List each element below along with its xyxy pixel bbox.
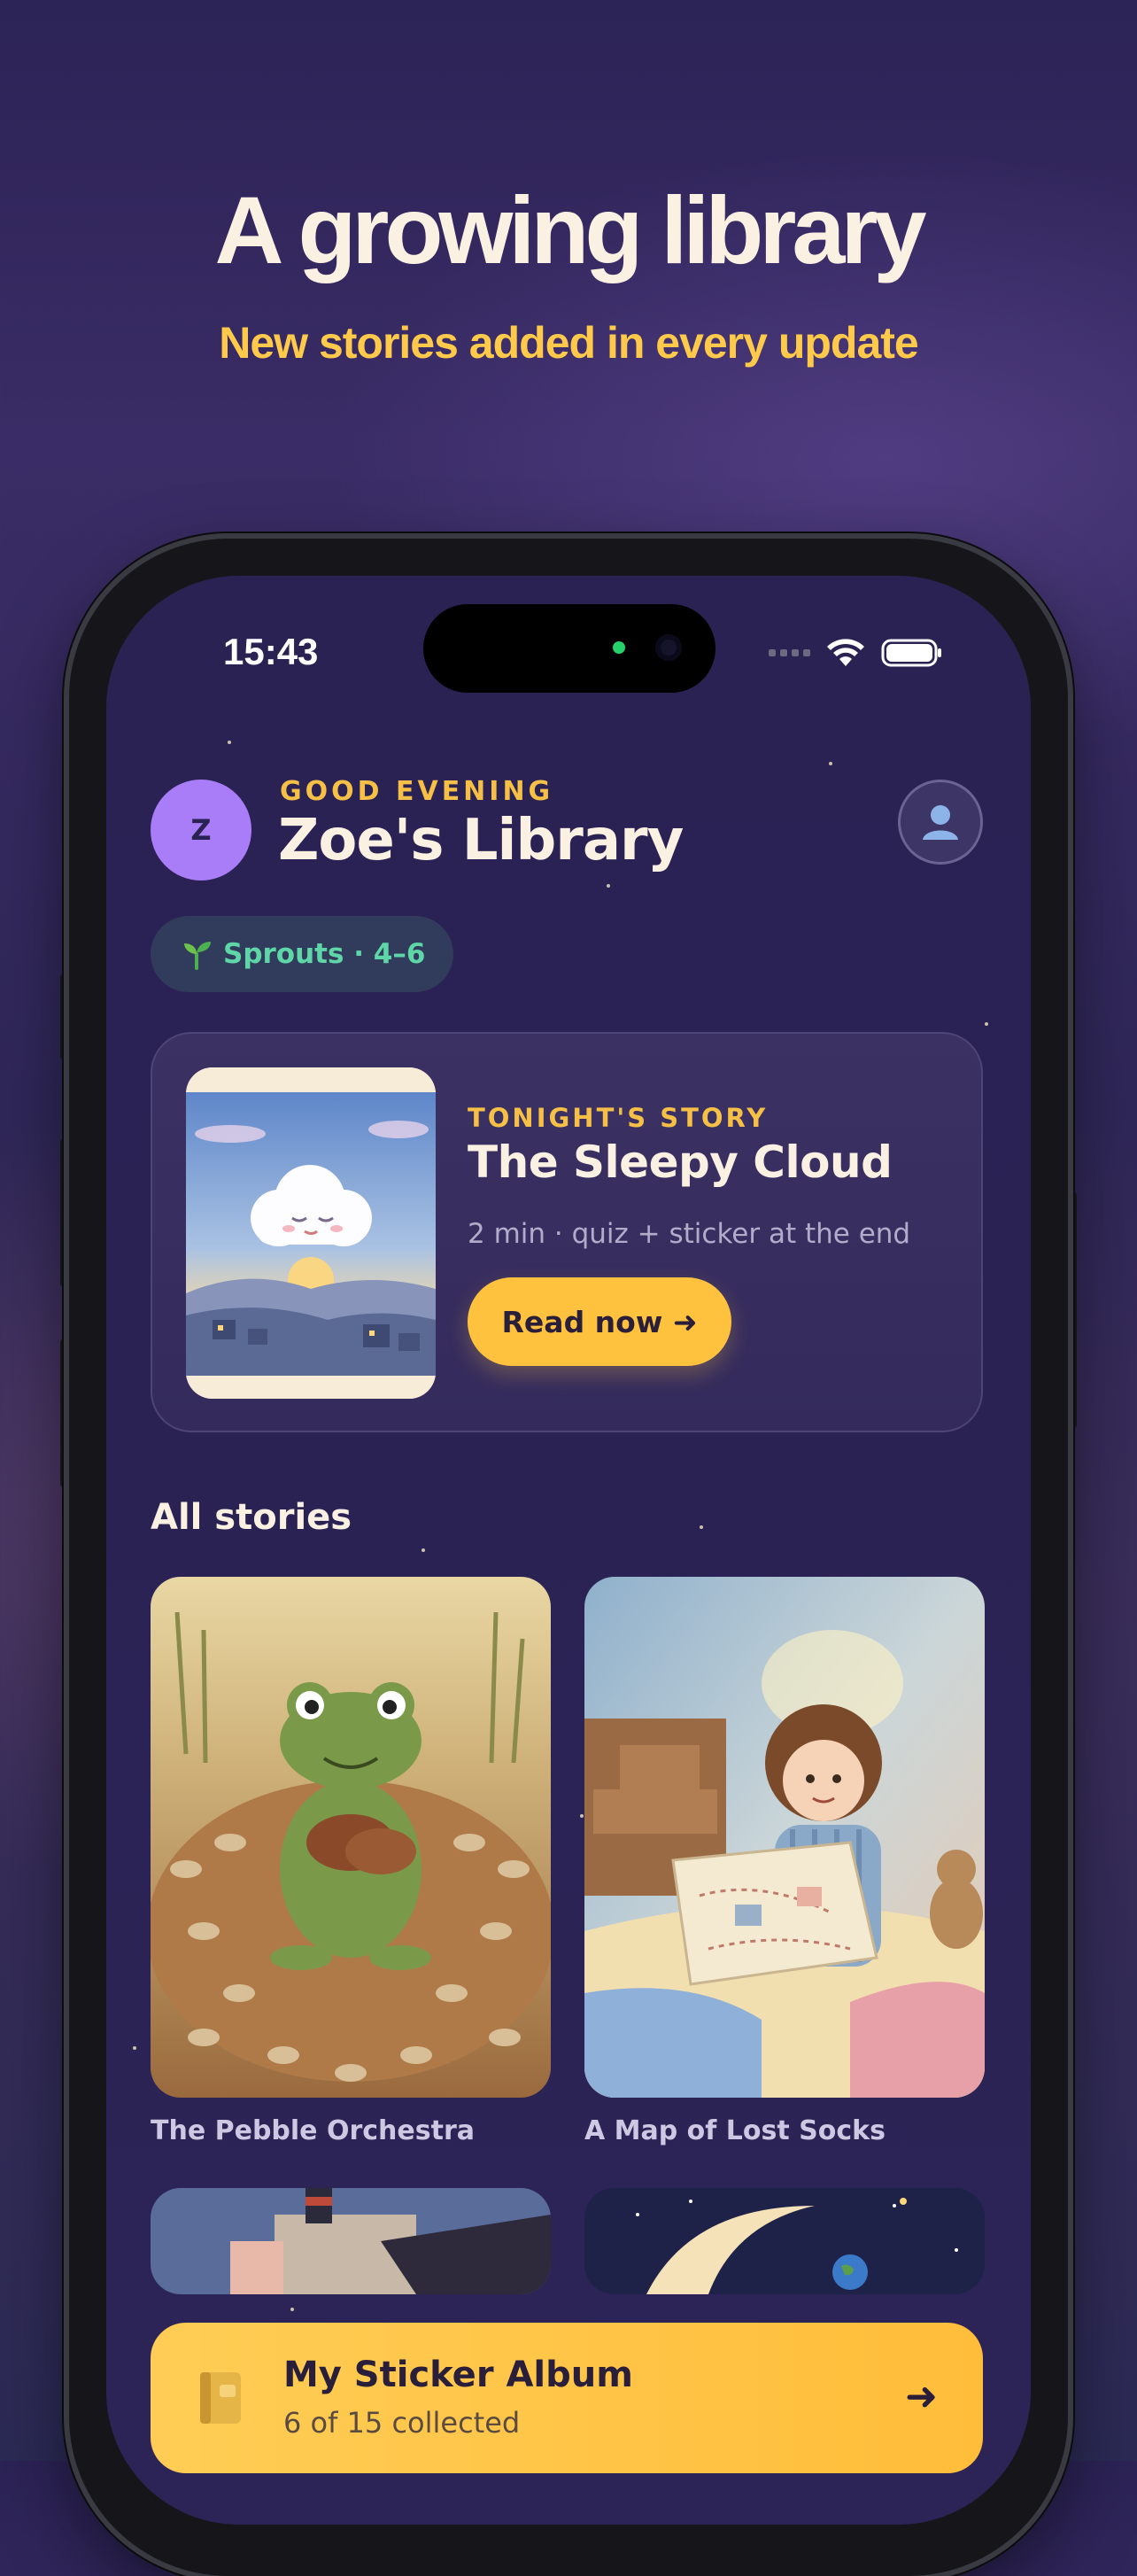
frog-illustration [151,1577,551,2098]
featured-eyebrow: TONIGHT'S STORY [468,1103,769,1133]
battery-icon [881,639,941,667]
sticker-album-title: My Sticker Album [283,2355,633,2395]
sleepy-cloud-illustration [186,1067,436,1399]
phone-screen: 15:43 Z GOOD EVENING Zoe's Library Sprou… [106,576,1031,2525]
featured-title: The Sleepy Cloud [468,1137,893,1188]
girl-with-map-illustration [584,1577,985,2098]
star [422,1548,425,1552]
moon-illustration [584,2188,985,2294]
section-title-all-stories: All stories [151,1497,352,1538]
featured-story-cover[interactable] [186,1067,436,1399]
star [580,1814,584,1818]
age-group-label: Sprouts · 4–6 [223,938,426,970]
star [607,884,610,888]
marketing-subheadline: New stories added in every update [219,318,919,368]
featured-story-card[interactable]: TONIGHT'S STORY The Sleepy Cloud 2 min ·… [151,1032,983,1432]
dynamic-island [423,604,715,693]
story-title: The Pebble Orchestra [151,2115,475,2146]
story-card-map-of-lost-socks[interactable] [584,1577,985,2098]
story-title: A Map of Lost Socks [584,2115,886,2146]
ship-illustration [151,2188,551,2294]
status-indicators [769,631,943,675]
sprout-icon [184,942,211,970]
featured-meta: 2 min · quiz + sticker at the end [468,1218,911,1250]
arrow-right-icon: ➜ [905,2374,938,2419]
sticker-album-button[interactable]: My Sticker Album 6 of 15 collected ➜ [151,2323,983,2473]
greeting-label: GOOD EVENING [280,776,554,807]
story-card-ship[interactable] [151,2188,551,2294]
front-camera-icon [655,634,682,661]
star [290,2308,294,2311]
page-title: Zoe's Library [278,808,684,873]
profile-button[interactable] [898,780,983,865]
wifi-icon [827,639,864,666]
person-icon [923,805,958,840]
star [829,762,832,765]
star [133,2046,136,2050]
book-icon [200,2372,241,2424]
camera-indicator-icon [613,641,625,654]
story-card-moon[interactable] [584,2188,985,2294]
marketing-headline: A growing library [214,176,926,283]
star [228,741,231,744]
avatar[interactable]: Z [151,780,251,881]
read-now-button[interactable]: Read now ➜ [468,1277,731,1366]
sticker-album-subtitle: 6 of 15 collected [283,2406,521,2440]
star [985,1022,988,1026]
status-time: 15:43 [223,631,319,672]
cellular-signal-icon [769,649,810,656]
age-group-pill[interactable]: Sprouts · 4–6 [151,916,454,992]
story-card-pebble-orchestra[interactable] [151,1577,551,2098]
star [700,1525,703,1529]
